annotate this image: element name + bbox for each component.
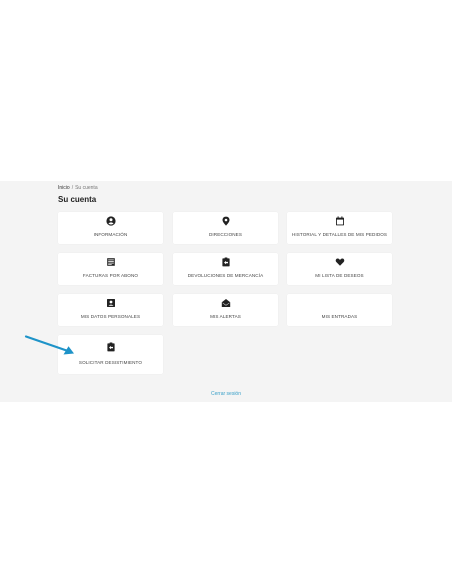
document-list-icon bbox=[58, 257, 163, 267]
card-label: SOLICITAR DESISTIMIENTO bbox=[78, 360, 143, 365]
card-label: DIRECCIONES bbox=[208, 232, 242, 237]
logout-link[interactable]: Cerrar sesión bbox=[0, 391, 452, 397]
card-historial-pedidos[interactable]: HISTORIAL Y DETALLES DE MIS PEDIDOS bbox=[287, 212, 392, 244]
card-label: FACTURAS POR ABONO bbox=[82, 273, 139, 278]
card-mis-alertas[interactable]: MIS ALERTAS bbox=[173, 294, 278, 326]
open-envelope-icon bbox=[173, 298, 278, 308]
card-mis-entradas[interactable]: MIS ENTRADAS bbox=[287, 294, 392, 326]
card-facturas-abono[interactable]: FACTURAS POR ABONO bbox=[58, 253, 163, 285]
map-pin-icon bbox=[173, 216, 278, 226]
breadcrumb: Inicio / Su cuenta bbox=[58, 185, 98, 191]
user-circle-icon bbox=[58, 216, 163, 226]
calendar-icon bbox=[287, 216, 392, 226]
card-datos-personales[interactable]: MIS DATOS PERSONALES bbox=[58, 294, 163, 326]
card-label: MIS ENTRADAS bbox=[321, 314, 358, 319]
card-informacion[interactable]: INFORMACIÓN bbox=[58, 212, 163, 244]
clipboard-return-icon bbox=[173, 257, 278, 267]
card-label: MIS DATOS PERSONALES bbox=[80, 314, 141, 319]
card-label: MIS ALERTAS bbox=[210, 314, 241, 319]
card-label: DEVOLUCIONES DE MERCANCÍA bbox=[187, 273, 264, 278]
card-label: HISTORIAL Y DETALLES DE MIS PEDIDOS bbox=[291, 232, 388, 237]
page-title: Su cuenta bbox=[58, 195, 97, 204]
card-devoluciones[interactable]: DEVOLUCIONES DE MERCANCÍA bbox=[173, 253, 278, 285]
breadcrumb-home-link[interactable]: Inicio bbox=[58, 185, 70, 191]
card-label: INFORMACIÓN bbox=[93, 232, 128, 237]
card-lista-deseos[interactable]: MI LISTA DE DESEOS bbox=[287, 253, 392, 285]
breadcrumb-current: Su cuenta bbox=[75, 185, 98, 191]
annotation-arrow-icon bbox=[24, 335, 74, 355]
card-label: MI LISTA DE DESEOS bbox=[315, 273, 364, 278]
id-card-icon bbox=[58, 298, 163, 308]
card-direcciones[interactable]: DIRECCIONES bbox=[173, 212, 278, 244]
heart-icon bbox=[287, 257, 392, 267]
breadcrumb-separator: / bbox=[71, 185, 74, 191]
